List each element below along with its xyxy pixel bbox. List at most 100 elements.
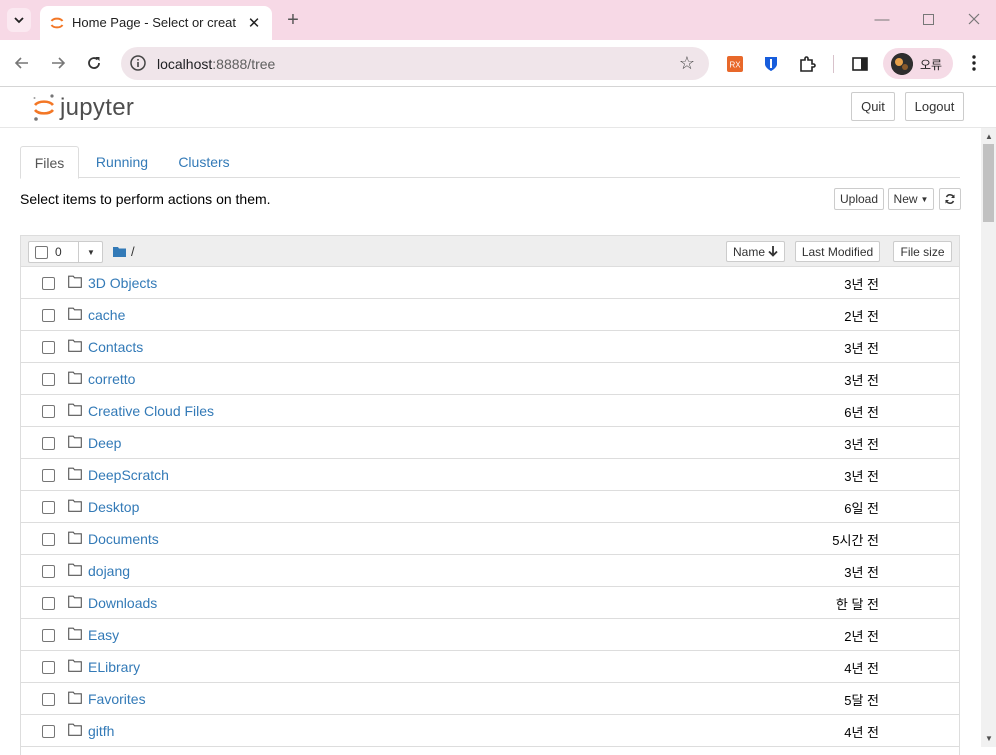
folder-outline-icon xyxy=(68,595,82,608)
folder-link[interactable]: gitfh xyxy=(88,723,114,739)
avatar xyxy=(891,53,913,75)
table-row[interactable]: gitfh 4년 전 xyxy=(21,715,959,747)
row-checkbox[interactable] xyxy=(42,725,55,738)
sort-by-modified-button[interactable]: Last Modified xyxy=(795,241,880,262)
last-modified-value: 한 달 전 xyxy=(835,597,879,612)
breadcrumb[interactable]: / xyxy=(113,244,135,259)
folder-link[interactable]: Creative Cloud Files xyxy=(88,403,214,419)
selection-dropdown[interactable]: ▼ xyxy=(78,242,103,262)
selection-hint: Select items to perform actions on them. xyxy=(20,191,271,207)
table-row[interactable]: corretto 3년 전 xyxy=(21,363,959,395)
tab-running[interactable]: Running xyxy=(87,146,157,178)
row-checkbox[interactable] xyxy=(42,341,55,354)
bookmark-star-icon[interactable]: ☆ xyxy=(679,53,695,74)
folder-link[interactable]: cache xyxy=(88,307,125,323)
logout-button[interactable]: Logout xyxy=(905,92,964,121)
scroll-thumb[interactable] xyxy=(983,144,994,222)
back-arrow-icon[interactable] xyxy=(9,50,35,76)
close-icon[interactable]: ✕ xyxy=(244,13,264,33)
refresh-button[interactable] xyxy=(939,188,961,210)
table-row[interactable]: dojang 3년 전 xyxy=(21,555,959,587)
row-checkbox[interactable] xyxy=(42,309,55,322)
quit-button[interactable]: Quit xyxy=(851,92,895,121)
table-row[interactable]: 3D Objects 3년 전 xyxy=(21,267,959,299)
side-panel-icon[interactable] xyxy=(850,54,870,74)
table-row[interactable]: Desktop 6일 전 xyxy=(21,491,959,523)
reload-icon[interactable] xyxy=(81,50,107,76)
minimize-icon[interactable]: — xyxy=(867,6,897,32)
table-row[interactable]: DeepScratch 3년 전 xyxy=(21,459,959,491)
select-all-checkbox[interactable] xyxy=(35,246,48,259)
kebab-menu-icon[interactable] xyxy=(963,52,985,74)
row-checkbox[interactable] xyxy=(42,277,55,290)
row-checkbox[interactable] xyxy=(42,693,55,706)
row-checkbox[interactable] xyxy=(42,565,55,578)
page-scrollbar[interactable]: ▲ ▼ xyxy=(981,128,996,747)
table-row[interactable]: Deep 3년 전 xyxy=(21,427,959,459)
tab-search-button[interactable] xyxy=(7,8,31,32)
folder-link[interactable]: Easy xyxy=(88,627,119,643)
new-tab-button[interactable]: + xyxy=(282,9,304,31)
row-checkbox[interactable] xyxy=(42,597,55,610)
profile-label: 오류 xyxy=(920,58,943,72)
row-checkbox[interactable] xyxy=(42,661,55,674)
table-row[interactable]: Documents 5시간 전 xyxy=(21,523,959,555)
folder-link[interactable]: dojang xyxy=(88,563,130,579)
folder-link[interactable]: Contacts xyxy=(88,339,143,355)
tab-clusters[interactable]: Clusters xyxy=(169,146,239,178)
file-list: 0 ▼ / Name Last Modified File size 3D Ob… xyxy=(20,235,960,755)
arrow-down-icon xyxy=(768,246,778,257)
table-row[interactable]: ELibrary 4년 전 xyxy=(21,651,959,683)
bitwarden-shield-icon[interactable] xyxy=(761,54,781,74)
caret-down-icon: ▼ xyxy=(920,194,929,204)
folder-link[interactable]: corretto xyxy=(88,371,135,387)
row-checkbox[interactable] xyxy=(42,501,55,514)
folder-link[interactable]: Favorites xyxy=(88,691,146,707)
jupyter-logo[interactable]: jupyter xyxy=(32,92,152,122)
selected-count: 0 xyxy=(55,245,62,259)
breadcrumb-root[interactable]: / xyxy=(131,244,135,259)
upload-button[interactable]: Upload xyxy=(834,188,884,210)
last-modified-value: 3년 전 xyxy=(844,341,879,356)
folder-link[interactable]: ELibrary xyxy=(88,659,140,675)
browser-tab-active[interactable]: Home Page - Select or create ✕ xyxy=(40,6,272,40)
folder-link[interactable]: 3D Objects xyxy=(88,275,157,291)
site-info-icon[interactable] xyxy=(129,54,147,72)
folder-link[interactable]: Downloads xyxy=(88,595,157,611)
folder-link[interactable]: Documents xyxy=(88,531,159,547)
folder-link[interactable]: Deep xyxy=(88,435,121,451)
forward-arrow-icon[interactable] xyxy=(45,50,71,76)
table-row[interactable]: Creative Cloud Files 6년 전 xyxy=(21,395,959,427)
table-row[interactable]: Downloads 한 달 전 xyxy=(21,587,959,619)
row-checkbox[interactable] xyxy=(42,469,55,482)
row-checkbox[interactable] xyxy=(42,533,55,546)
maximize-icon[interactable] xyxy=(913,6,943,32)
row-checkbox[interactable] xyxy=(42,405,55,418)
window-close-icon[interactable] xyxy=(959,6,989,32)
row-checkbox[interactable] xyxy=(42,373,55,386)
table-row[interactable]: cache 2년 전 xyxy=(21,299,959,331)
scroll-up-arrow-icon[interactable]: ▲ xyxy=(985,132,993,141)
tab-files[interactable]: Files xyxy=(20,146,79,179)
jupyter-tabs: Files Running Clusters xyxy=(20,146,960,179)
rx-extension-icon[interactable]: RX xyxy=(725,54,745,74)
folder-link[interactable]: Desktop xyxy=(88,499,139,515)
row-checkbox[interactable] xyxy=(42,629,55,642)
jupyter-header: jupyter Quit Logout xyxy=(0,87,996,128)
table-row[interactable]: Contacts 3년 전 xyxy=(21,331,959,363)
folder-link[interactable]: DeepScratch xyxy=(88,467,169,483)
row-checkbox[interactable] xyxy=(42,437,55,450)
browser-tabstrip: Home Page - Select or create ✕ + — xyxy=(0,0,996,40)
table-row[interactable]: Favorites 5달 전 xyxy=(21,683,959,715)
profile-button[interactable]: 오류 xyxy=(883,48,953,79)
sort-by-name-button[interactable]: Name xyxy=(726,241,785,262)
new-dropdown-button[interactable]: New ▼ xyxy=(888,188,934,210)
sort-by-size-button[interactable]: File size xyxy=(893,241,952,262)
folder-outline-icon xyxy=(68,403,82,416)
address-bar[interactable]: localhost:8888/tree ☆ xyxy=(121,47,709,80)
puzzle-extensions-icon[interactable] xyxy=(797,54,817,74)
last-modified-value: 4년 전 xyxy=(844,725,879,740)
last-modified-value: 5달 전 xyxy=(844,693,879,708)
table-row[interactable]: Easy 2년 전 xyxy=(21,619,959,651)
scroll-down-arrow-icon[interactable]: ▼ xyxy=(985,734,993,743)
